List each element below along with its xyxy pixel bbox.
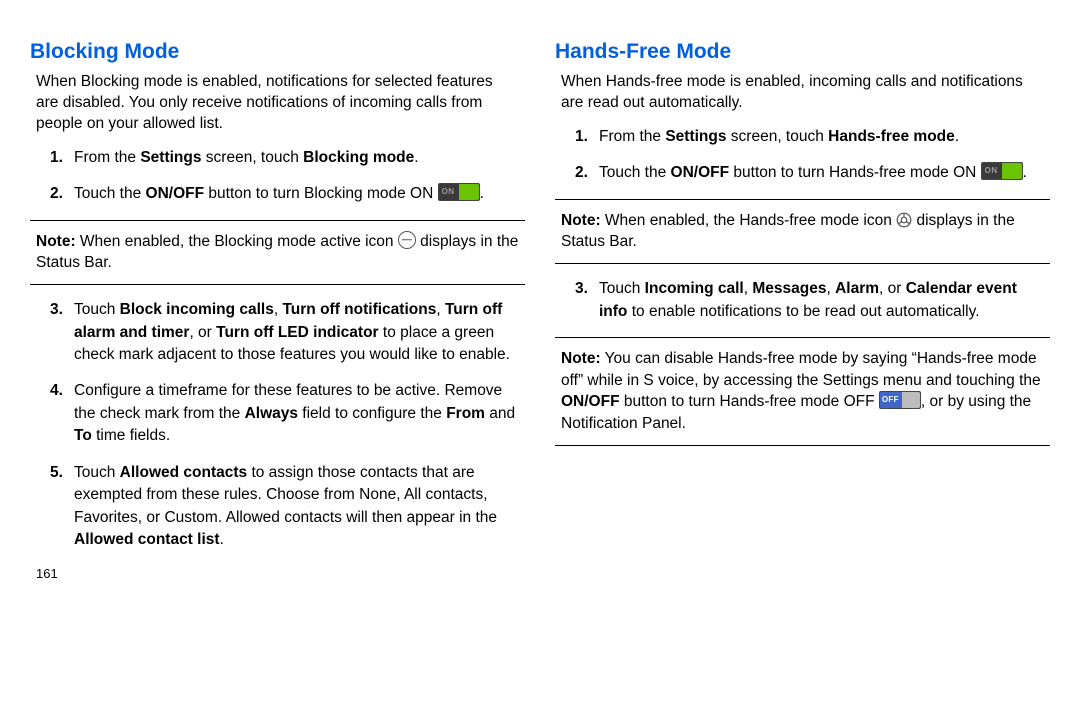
intro-hands-free: When Hands-free mode is enabled, incomin… [555,72,1050,114]
step: From the Settings screen, touch Hands-fr… [599,126,1044,148]
manual-page: Blocking Mode When Blocking mode is enab… [0,0,1080,720]
left-column: Blocking Mode When Blocking mode is enab… [30,40,525,700]
note-blocking: Note: When enabled, the Blocking mode ac… [30,220,525,285]
step: Touch the ON/OFF button to turn Blocking… [74,183,519,205]
steps-handsfree-2: Touch Incoming call, Messages, Alarm, or… [555,278,1050,323]
note-label: Note: [561,350,601,367]
step: Touch the ON/OFF button to turn Hands-fr… [599,162,1044,184]
steps-handsfree-1: From the Settings screen, touch Hands-fr… [555,126,1050,185]
intro-blocking: When Blocking mode is enabled, notificat… [30,72,525,135]
steps-blocking-1: From the Settings screen, touch Blocking… [30,147,525,206]
page-number: 161 [30,566,525,581]
note-handsfree-2: Note: You can disable Hands-free mode by… [555,337,1050,446]
step: From the Settings screen, touch Blocking… [74,147,519,169]
step: Configure a timeframe for these features… [74,380,519,447]
toggle-on-icon [981,162,1023,180]
note-handsfree-1: Note: When enabled, the Hands-free mode … [555,199,1050,264]
heading-hands-free: Hands-Free Mode [555,40,1050,64]
note-label: Note: [561,212,601,229]
step: Touch Incoming call, Messages, Alarm, or… [599,278,1044,323]
note-label: Note: [36,233,76,250]
blocking-mode-icon [398,231,416,249]
right-column: Hands-Free Mode When Hands-free mode is … [555,40,1050,700]
steps-blocking-2: Touch Block incoming calls, Turn off not… [30,299,525,552]
toggle-off-icon [879,391,921,409]
hands-free-mode-icon [896,212,912,228]
step: Touch Block incoming calls, Turn off not… [74,299,519,366]
toggle-on-icon [438,183,480,201]
heading-blocking-mode: Blocking Mode [30,40,525,64]
step: Touch Allowed contacts to assign those c… [74,462,519,552]
